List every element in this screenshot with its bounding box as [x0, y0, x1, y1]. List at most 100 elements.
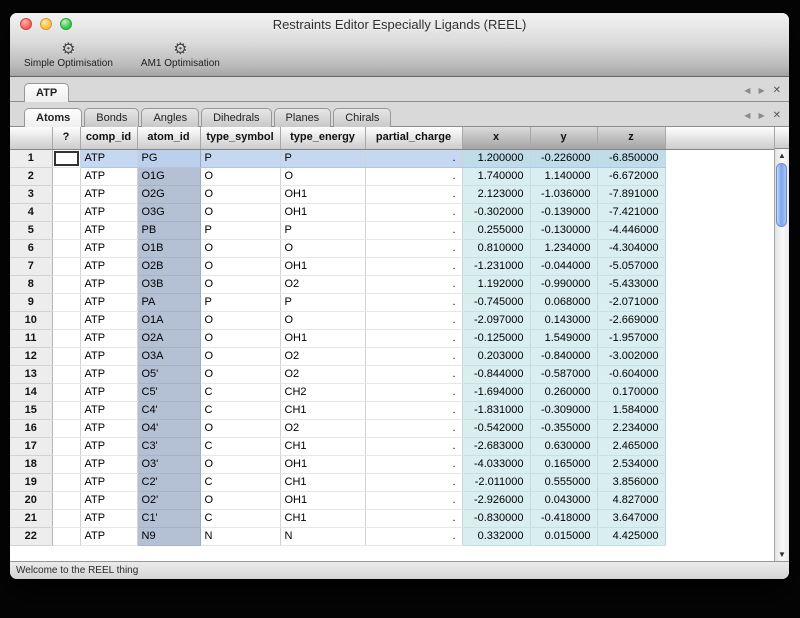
- cell-z[interactable]: -7.891000: [597, 185, 665, 203]
- cell-comp-id[interactable]: ATP: [80, 221, 137, 239]
- cell-comp-id[interactable]: ATP: [80, 437, 137, 455]
- table-row[interactable]: 20ATPO2'OOH1.-2.9260000.0430004.827000: [10, 491, 774, 509]
- cell-comp-id[interactable]: ATP: [80, 347, 137, 365]
- cell-flag[interactable]: [52, 275, 80, 293]
- cell-z[interactable]: 2.465000: [597, 437, 665, 455]
- tab-scroll-right-icon[interactable]: ▶: [758, 111, 764, 121]
- cell-flag[interactable]: [52, 365, 80, 383]
- cell-y[interactable]: -0.355000: [530, 419, 597, 437]
- row-number[interactable]: 17: [10, 437, 52, 455]
- cell-x[interactable]: -0.302000: [462, 203, 530, 221]
- table-row[interactable]: 13ATPO5'OO2.-0.844000-0.587000-0.604000: [10, 365, 774, 383]
- column-header-partial-charge[interactable]: partial_charge: [365, 127, 462, 149]
- cell-partial-charge[interactable]: .: [365, 329, 462, 347]
- cell-type-symbol[interactable]: C: [200, 437, 280, 455]
- cell-x[interactable]: 1.740000: [462, 167, 530, 185]
- cell-x[interactable]: -1.231000: [462, 257, 530, 275]
- cell-comp-id[interactable]: ATP: [80, 293, 137, 311]
- table-row[interactable]: 3ATPO2GOOH1.2.123000-1.036000-7.891000: [10, 185, 774, 203]
- row-number[interactable]: 10: [10, 311, 52, 329]
- table-row[interactable]: 7ATPO2BOOH1.-1.231000-0.044000-5.057000: [10, 257, 774, 275]
- row-number[interactable]: 15: [10, 401, 52, 419]
- cell-partial-charge[interactable]: .: [365, 437, 462, 455]
- cell-z[interactable]: 2.234000: [597, 419, 665, 437]
- cell-atom-id[interactable]: O2': [137, 491, 200, 509]
- column-header-z[interactable]: z: [597, 127, 665, 149]
- cell-y[interactable]: 0.260000: [530, 383, 597, 401]
- cell-z[interactable]: -3.002000: [597, 347, 665, 365]
- cell-flag[interactable]: [52, 455, 80, 473]
- cell-z[interactable]: -6.850000: [597, 149, 665, 167]
- cell-comp-id[interactable]: ATP: [80, 167, 137, 185]
- cell-type-energy[interactable]: P: [280, 293, 365, 311]
- scrollbar-thumb-area[interactable]: [775, 162, 789, 548]
- cell-x[interactable]: 1.192000: [462, 275, 530, 293]
- cell-z[interactable]: 3.647000: [597, 509, 665, 527]
- cell-x[interactable]: 0.332000: [462, 527, 530, 545]
- tab-close-icon[interactable]: ✕: [773, 111, 781, 121]
- cell-partial-charge[interactable]: .: [365, 239, 462, 257]
- cell-y[interactable]: -0.990000: [530, 275, 597, 293]
- title-bar[interactable]: Restraints Editor Especially Ligands (RE…: [10, 13, 789, 35]
- cell-type-energy[interactable]: OH1: [280, 257, 365, 275]
- cell-partial-charge[interactable]: .: [365, 203, 462, 221]
- cell-x[interactable]: 0.203000: [462, 347, 530, 365]
- minimize-window-button[interactable]: [40, 18, 52, 30]
- cell-comp-id[interactable]: ATP: [80, 275, 137, 293]
- cell-comp-id[interactable]: ATP: [80, 311, 137, 329]
- table-row[interactable]: 21ATPC1'CCH1.-0.830000-0.4180003.647000: [10, 509, 774, 527]
- cell-flag[interactable]: [52, 167, 80, 185]
- cell-type-energy[interactable]: O: [280, 239, 365, 257]
- cell-partial-charge[interactable]: .: [365, 221, 462, 239]
- table-row[interactable]: 2ATPO1GOO.1.7400001.140000-6.672000: [10, 167, 774, 185]
- cell-comp-id[interactable]: ATP: [80, 455, 137, 473]
- column-header-flag[interactable]: ?: [52, 127, 80, 149]
- cell-partial-charge[interactable]: .: [365, 311, 462, 329]
- cell-type-energy[interactable]: O2: [280, 365, 365, 383]
- cell-comp-id[interactable]: ATP: [80, 149, 137, 167]
- vertical-scrollbar[interactable]: ▲ ▼: [774, 127, 789, 561]
- row-number[interactable]: 1: [10, 149, 52, 167]
- cell-atom-id[interactable]: PA: [137, 293, 200, 311]
- cell-x[interactable]: -0.542000: [462, 419, 530, 437]
- cell-type-energy[interactable]: OH1: [280, 203, 365, 221]
- cell-x[interactable]: -1.694000: [462, 383, 530, 401]
- cell-atom-id[interactable]: O4': [137, 419, 200, 437]
- table-row[interactable]: 5ATPPBPP.0.255000-0.130000-4.446000: [10, 221, 774, 239]
- simple-optimisation-button[interactable]: ⚙ Simple Optimisation: [24, 41, 113, 69]
- cell-type-symbol[interactable]: O: [200, 203, 280, 221]
- row-number[interactable]: 22: [10, 527, 52, 545]
- cell-flag[interactable]: [52, 527, 80, 545]
- flag-editor-box[interactable]: [54, 151, 79, 166]
- cell-y[interactable]: -0.130000: [530, 221, 597, 239]
- cell-type-symbol[interactable]: C: [200, 509, 280, 527]
- row-number[interactable]: 18: [10, 455, 52, 473]
- cell-type-energy[interactable]: CH1: [280, 473, 365, 491]
- cell-atom-id[interactable]: O3B: [137, 275, 200, 293]
- cell-type-energy[interactable]: CH1: [280, 437, 365, 455]
- cell-atom-id[interactable]: O2A: [137, 329, 200, 347]
- table-row[interactable]: 17ATPC3'CCH1.-2.6830000.6300002.465000: [10, 437, 774, 455]
- cell-x[interactable]: -2.683000: [462, 437, 530, 455]
- scroll-down-icon[interactable]: ▼: [775, 548, 789, 561]
- column-header-type-energy[interactable]: type_energy: [280, 127, 365, 149]
- cell-x[interactable]: -2.926000: [462, 491, 530, 509]
- cell-atom-id[interactable]: O3A: [137, 347, 200, 365]
- cell-flag[interactable]: [52, 437, 80, 455]
- cell-flag[interactable]: [52, 185, 80, 203]
- cell-y[interactable]: 0.068000: [530, 293, 597, 311]
- cell-partial-charge[interactable]: .: [365, 473, 462, 491]
- cell-type-symbol[interactable]: O: [200, 167, 280, 185]
- cell-z[interactable]: -1.957000: [597, 329, 665, 347]
- cell-atom-id[interactable]: C4': [137, 401, 200, 419]
- tab-planes[interactable]: Planes: [274, 108, 332, 127]
- tab-dihedrals[interactable]: Dihedrals: [201, 108, 271, 127]
- tab-scroll-right-icon[interactable]: ▶: [758, 86, 764, 96]
- cell-z[interactable]: -6.672000: [597, 167, 665, 185]
- column-header-atom-id[interactable]: atom_id: [137, 127, 200, 149]
- cell-type-energy[interactable]: OH1: [280, 455, 365, 473]
- cell-atom-id[interactable]: O1G: [137, 167, 200, 185]
- cell-partial-charge[interactable]: .: [365, 185, 462, 203]
- cell-flag[interactable]: [52, 203, 80, 221]
- cell-type-symbol[interactable]: O: [200, 329, 280, 347]
